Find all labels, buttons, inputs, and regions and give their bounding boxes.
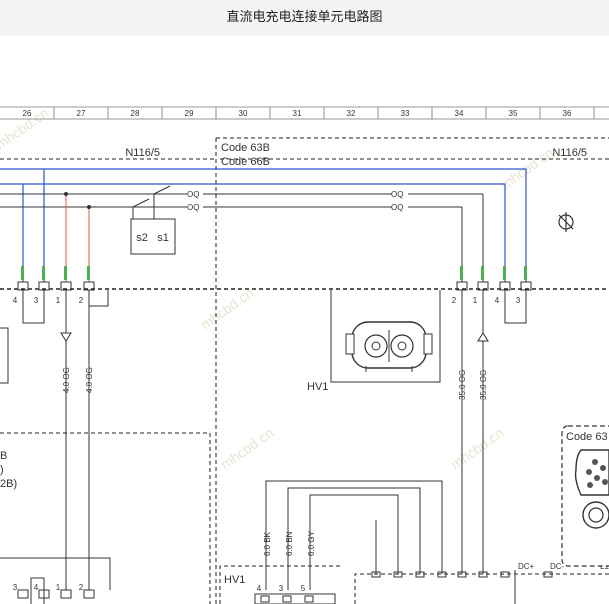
- svg-text:4: 4: [257, 584, 262, 593]
- code-label-63b: Code 63B: [221, 142, 270, 154]
- switch-label-s2: s2: [136, 232, 148, 244]
- grid-number: 30: [239, 109, 248, 118]
- svg-text:4: 4: [495, 296, 500, 305]
- hv1-connector: [330, 290, 441, 383]
- grid-number: 36: [563, 109, 572, 118]
- wire-label: 35.0 OG: [479, 370, 488, 400]
- svg-text:OQ: OQ: [187, 203, 199, 212]
- wire-label: 6.0 GY: [307, 530, 316, 556]
- blue-wires: [0, 168, 527, 282]
- watermark-text: mhcbd.cn: [448, 425, 507, 473]
- hv1-lower-label: HV1: [224, 574, 245, 586]
- wire-label: 35.0 OG: [458, 370, 467, 400]
- ground-symbol: [558, 212, 574, 232]
- svg-text:2: 2: [79, 583, 84, 592]
- grid-number: 26: [23, 109, 32, 118]
- grid-number: 27: [77, 109, 86, 118]
- control-wires: [0, 185, 484, 282]
- wire-label: 4.0 OG: [85, 367, 94, 393]
- module-label-right: N116/5: [552, 147, 587, 159]
- pin-numbers-hv1-lower: 4 3 5: [257, 584, 306, 593]
- switch-label-s1: s1: [157, 232, 169, 244]
- hv1-lower-pins: [254, 593, 336, 604]
- grid-number: 34: [455, 109, 464, 118]
- svg-text:1: 1: [56, 296, 61, 305]
- code-label-66b: Code 66B: [221, 156, 270, 168]
- grid-number: 33: [401, 109, 410, 118]
- svg-text:1: 1: [56, 583, 61, 592]
- grid-ruler: 26 27 28 29 30 31 32 33 34 35 36: [0, 106, 609, 120]
- svg-text:OQ: OQ: [187, 190, 199, 199]
- wire-labels: 4.0 OG 4.0 OG 35.0 OG 35.0 OG 6.0 BK 6.0…: [62, 367, 488, 556]
- grid-number: 35: [509, 109, 518, 118]
- wire-code-tags: [21, 266, 527, 280]
- connector-bottom-left: [0, 557, 111, 604]
- svg-text:3: 3: [13, 583, 18, 592]
- svg-text:4: 4: [34, 583, 39, 592]
- partial-label: 2B): [0, 478, 17, 490]
- partial-label: ): [0, 464, 4, 476]
- wire-label: 4.0 OG: [62, 367, 71, 393]
- oq-connectors: OQ OQ OQ OQ: [187, 190, 403, 212]
- grid-number: 32: [347, 109, 356, 118]
- partial-label: B: [0, 450, 7, 462]
- module-label-left: N116/5: [125, 147, 160, 159]
- svg-text:3: 3: [516, 296, 521, 305]
- grid-number: 29: [185, 109, 194, 118]
- wire-label: 6.0 BN: [285, 531, 294, 556]
- circuit-diagram: mhcbd.cn mhcbd.cn mhcbd.cn mhcbd.cn mhcb…: [0, 105, 609, 604]
- svg-text:2: 2: [452, 296, 457, 305]
- svg-text:3: 3: [279, 584, 284, 593]
- grid-number: 28: [131, 109, 140, 118]
- watermark-text: mhcbd.cn: [198, 285, 257, 333]
- svg-text:1: 1: [473, 296, 478, 305]
- watermark-text: mhcbd.cn: [218, 425, 277, 473]
- hv1-label: HV1: [307, 381, 328, 393]
- svg-text:2: 2: [79, 296, 84, 305]
- pin-numbers-bottom-left: 3 4 1 2: [13, 583, 84, 592]
- wire-label: 6.0 BK: [263, 531, 272, 556]
- svg-text:5: 5: [301, 584, 306, 593]
- svg-text:OQ: OQ: [391, 203, 403, 212]
- charging-socket: [561, 425, 609, 567]
- code-label-63: Code 63: [566, 431, 608, 443]
- svg-text:3: 3: [34, 296, 39, 305]
- grid-number: 31: [293, 109, 302, 118]
- svg-text:OQ: OQ: [391, 190, 403, 199]
- junction-row: [371, 570, 553, 604]
- dc-plus-label: DC+: [518, 562, 535, 571]
- svg-text:4: 4: [13, 296, 18, 305]
